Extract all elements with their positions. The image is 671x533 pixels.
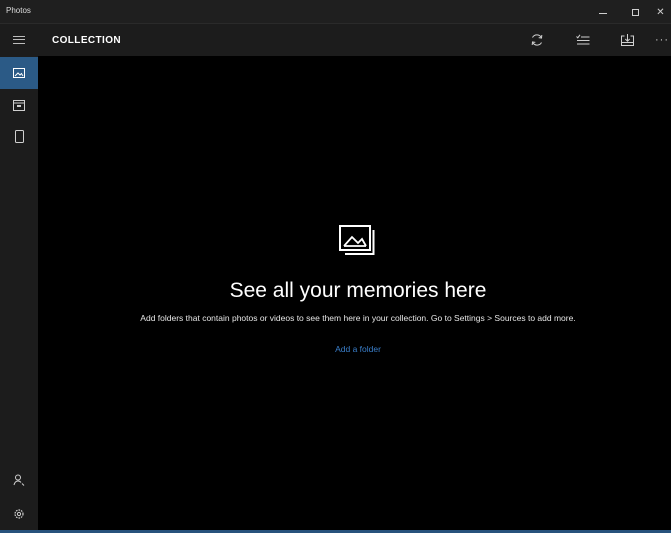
device-icon (14, 129, 24, 143)
album-icon (13, 99, 25, 111)
more-button[interactable]: ··· (653, 24, 671, 56)
import-button[interactable] (612, 24, 642, 56)
app-title: Photos (6, 6, 31, 15)
minimize-icon (599, 12, 607, 14)
sidebar-item-folders[interactable] (0, 120, 38, 152)
sidebar-item-account[interactable] (0, 464, 38, 496)
person-icon (13, 474, 25, 486)
add-folder-link[interactable]: Add a folder (38, 344, 671, 354)
gear-icon (14, 509, 24, 519)
import-icon (620, 34, 634, 46)
empty-state-description: Add folders that contain photos or video… (140, 313, 576, 323)
refresh-icon (531, 34, 543, 46)
minimize-button[interactable] (588, 0, 618, 24)
menu-button[interactable] (0, 24, 38, 56)
close-button[interactable]: ✕ (650, 0, 671, 24)
empty-state: See all your memories here Add folders t… (38, 56, 671, 533)
photos-stack-icon (339, 225, 375, 255)
hamburger-icon (13, 36, 25, 44)
sidebar-item-collection[interactable] (0, 57, 38, 89)
refresh-button[interactable] (522, 24, 552, 56)
select-list-icon (576, 34, 590, 45)
photo-icon (13, 68, 25, 78)
page-title: COLLECTION (52, 35, 121, 46)
sidebar-item-settings[interactable] (0, 498, 38, 530)
maximize-button[interactable] (620, 0, 650, 24)
select-button[interactable] (568, 24, 598, 56)
close-icon: ✕ (656, 6, 665, 18)
maximize-icon (631, 8, 639, 16)
title-bar: Photos ✕ (0, 0, 671, 24)
top-bar: COLLECTION ··· (38, 24, 671, 56)
empty-state-headline: See all your memories here (229, 279, 487, 302)
sidebar (0, 24, 38, 533)
sidebar-item-albums[interactable] (0, 89, 38, 121)
